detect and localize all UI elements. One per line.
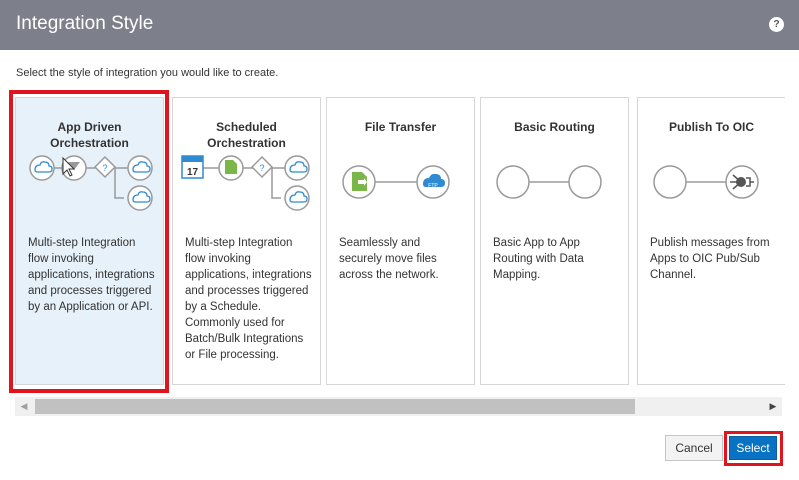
card-description: Multi-step Integration flow invoking app… [185,237,312,361]
card-description: Publish messages from Apps to OIC Pub/Su… [650,237,770,281]
help-icon[interactable]: ? [769,17,784,32]
dialog-title: Integration Style [16,13,154,34]
card-description: Seamlessly and securely move files acros… [339,237,439,281]
file-transfer-flow-icon: FTP [342,165,450,199]
calendar-day: 17 [187,167,199,178]
calendar-icon: 17 [181,155,204,179]
scrollbar-thumb[interactable] [35,399,635,414]
card-description: Basic App to App Routing with Data Mappi… [493,237,584,281]
card-publish-to-oic[interactable]: Publish To OIC Publish messages from App… [637,97,785,385]
card-file-transfer[interactable]: File Transfer FTP Seamlessly and securel… [326,97,475,385]
scroll-right-icon[interactable]: ▶ [764,397,782,416]
select-button[interactable]: Select [729,436,777,460]
app-driven-flow-icon: ? [29,155,153,211]
integration-style-list: App Driven Orchestration ? Multi-step In… [15,97,785,389]
card-description: Multi-step Integration flow invoking app… [28,237,155,313]
card-scheduled-orchestration[interactable]: Scheduled Orchestration 17 ? Multi-step … [172,97,321,385]
svg-text:FTP: FTP [428,183,438,189]
horizontal-scrollbar[interactable]: ◀ ▶ [15,397,782,416]
cancel-button[interactable]: Cancel [665,435,723,461]
publish-to-oic-flow-icon [653,165,759,199]
scheduled-flow-icon: 17 ? [181,155,310,211]
svg-text:?: ? [259,163,264,173]
card-app-driven-orchestration[interactable]: App Driven Orchestration ? Multi-step In… [15,97,164,385]
dialog-header: Integration Style ? [0,0,799,50]
card-basic-routing[interactable]: Basic Routing Basic App to App Routing w… [480,97,629,385]
svg-text:?: ? [102,163,107,173]
scroll-left-icon[interactable]: ◀ [15,397,33,416]
basic-routing-flow-icon [496,165,602,199]
instruction-text: Select the style of integration you woul… [16,67,279,79]
